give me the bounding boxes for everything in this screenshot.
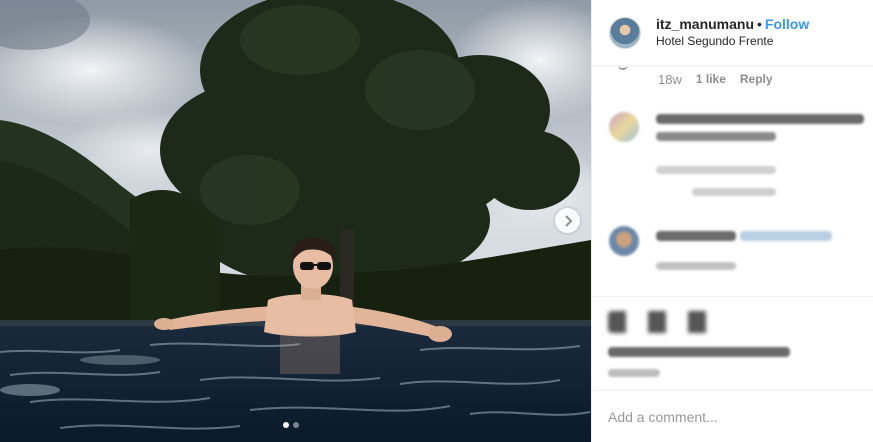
header-separator: •	[757, 15, 762, 32]
reply-button[interactable]: Reply	[740, 72, 773, 87]
add-comment-bar	[592, 390, 873, 442]
comment-likes[interactable]: 1 like	[696, 72, 726, 87]
comments-list[interactable]: 18w 1 like Reply	[592, 66, 873, 294]
likes-text-blurred	[608, 347, 790, 357]
comment-scroll-stub	[618, 66, 628, 70]
timestamp-blurred	[608, 369, 660, 377]
comment-avatar-blurred	[609, 226, 639, 256]
action-icons-blurred[interactable]	[608, 311, 712, 333]
comment-meta: 18w 1 like Reply	[658, 72, 773, 87]
comment-avatar-blurred	[609, 112, 639, 142]
follow-button[interactable]: Follow	[765, 16, 809, 32]
next-slide-button[interactable]	[555, 208, 580, 233]
comment-age: 18w	[658, 72, 682, 87]
avatar[interactable]	[609, 16, 641, 49]
pool-photo-image	[0, 0, 591, 442]
comment-text-blurred	[656, 166, 776, 174]
carousel-dot	[293, 422, 299, 428]
comment-text-blurred	[692, 188, 776, 196]
add-comment-input[interactable]	[608, 408, 858, 425]
post-side-panel: itz_manumanu • Follow Hotel Segundo Frente…	[591, 0, 873, 442]
chevron-right-icon	[564, 214, 572, 227]
carousel-indicator	[283, 422, 299, 428]
location-link[interactable]: Hotel Segundo Frente	[656, 33, 809, 50]
comment-text-blurred	[656, 262, 736, 270]
comment-text-blurred	[656, 114, 864, 124]
comment-text-blurred	[656, 231, 736, 241]
action-section	[592, 296, 873, 388]
username-link[interactable]: itz_manumanu	[656, 16, 754, 32]
post-photo[interactable]	[0, 0, 591, 442]
comment-text-blurred	[656, 132, 776, 141]
comment-text-blurred	[740, 231, 832, 241]
carousel-dot-active	[283, 422, 289, 428]
post-header: itz_manumanu • Follow Hotel Segundo Frente	[592, 0, 873, 66]
